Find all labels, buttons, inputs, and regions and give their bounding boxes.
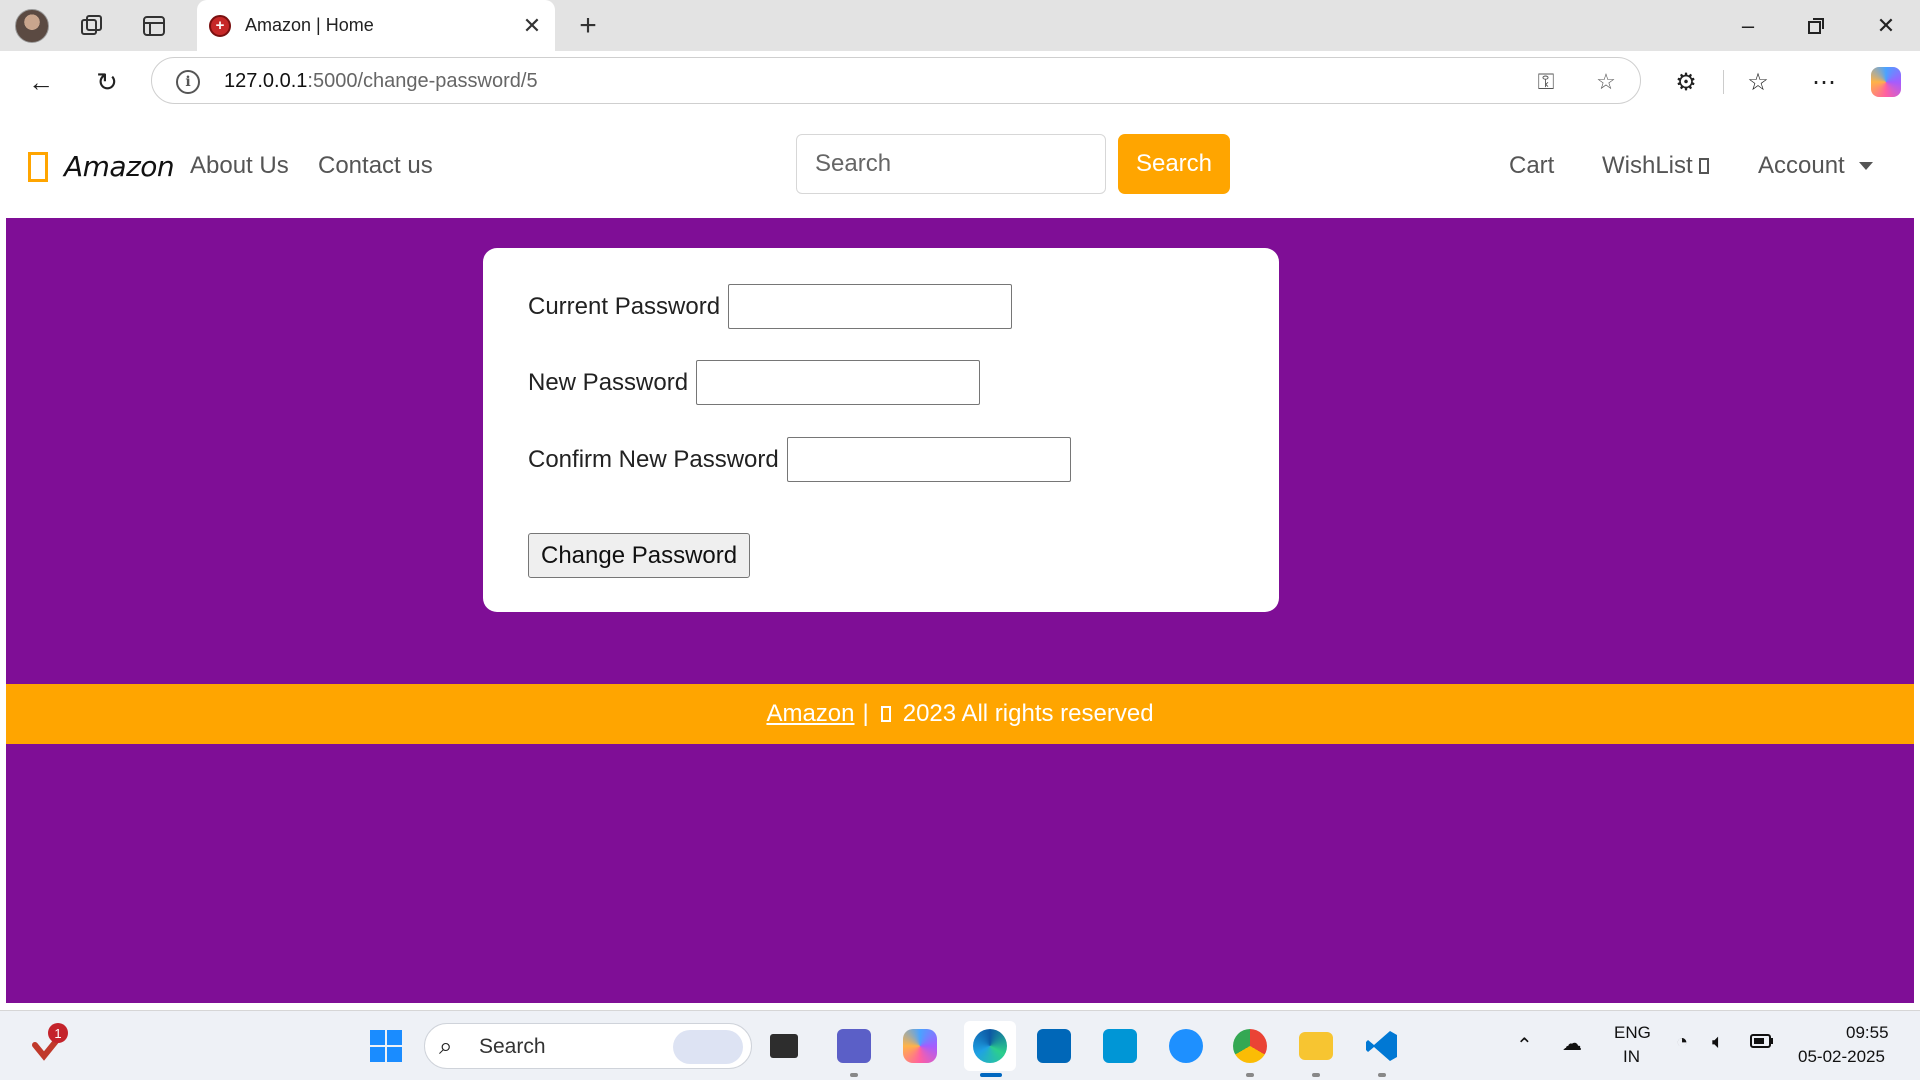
chevron-up-icon[interactable]: ⌃: [1516, 1033, 1533, 1058]
star-icon[interactable]: ☆: [1592, 68, 1620, 96]
refresh-icon[interactable]: ↻: [86, 61, 128, 103]
wifi-icon[interactable]: ◔: [1676, 1031, 1688, 1054]
teams-icon[interactable]: [832, 1024, 876, 1068]
taskbar: 1 ⌕ Search ⌃ ☁ ENG IN ◔ 🔈︎ 09:55 05-02-2…: [0, 1010, 1920, 1080]
notification-badge: 1: [48, 1023, 68, 1043]
footer-amazon-link[interactable]: Amazon: [766, 700, 854, 728]
battery-icon[interactable]: [1750, 1033, 1774, 1054]
running-indicator: [850, 1073, 858, 1077]
brand-name: Amazon: [64, 150, 175, 183]
workspaces-icon[interactable]: [74, 8, 110, 44]
search-icon: ⌕: [439, 1033, 453, 1060]
task-view-icon[interactable]: [762, 1024, 806, 1068]
extensions-icon[interactable]: ⚙: [1668, 64, 1704, 100]
active-tab[interactable]: + Amazon | Home ✕: [197, 0, 555, 51]
page-content: Amazon About Us Contact us Search Cart W…: [6, 112, 1914, 1003]
chrome-icon[interactable]: [1228, 1024, 1272, 1068]
toolbar-divider: [1723, 70, 1724, 94]
change-password-button[interactable]: Change Password: [528, 533, 751, 578]
url-bar[interactable]: i 127.0.0.1:5000/change-password/5 ⚿ ☆: [151, 57, 1641, 104]
wishlist-label: WishList: [1602, 152, 1693, 179]
wishlist-icon: [1698, 158, 1709, 174]
onedrive-icon[interactable]: ☁: [1562, 1031, 1582, 1056]
copilot-app-icon[interactable]: [898, 1024, 942, 1068]
site-footer: Amazon | 2023 All rights reserved: [6, 684, 1914, 744]
search-widget-icon: [673, 1030, 743, 1064]
active-indicator: [980, 1073, 1002, 1077]
favorites-icon[interactable]: ☆: [1740, 64, 1776, 100]
new-password-input[interactable]: [696, 360, 981, 405]
brand-logo-icon: [28, 151, 48, 182]
current-password-label: Current Password: [528, 292, 721, 320]
region-code[interactable]: IN: [1623, 1047, 1640, 1067]
current-password-input[interactable]: [728, 284, 1013, 329]
tab-actions-icon[interactable]: [136, 8, 172, 44]
get-help-icon[interactable]: [1164, 1024, 1208, 1068]
volume-icon[interactable]: 🔈︎: [1712, 1031, 1724, 1054]
profile-avatar[interactable]: [14, 8, 50, 44]
change-password-card: Current Password New Password Confirm Ne…: [483, 248, 1279, 612]
url-text[interactable]: 127.0.0.1:5000/change-password/5: [224, 70, 538, 93]
search-button[interactable]: Search: [1118, 134, 1230, 194]
running-indicator: [1246, 1073, 1254, 1077]
running-indicator: [1312, 1073, 1320, 1077]
address-bar-row: ← ↻ i 127.0.0.1:5000/change-password/5 ⚿…: [0, 51, 1920, 112]
copyright-icon: [880, 706, 891, 722]
nav-cart-link[interactable]: Cart: [1509, 152, 1554, 180]
running-indicator: [1378, 1073, 1386, 1077]
close-icon[interactable]: ✕: [517, 11, 547, 41]
chevron-down-icon: [1858, 162, 1873, 170]
more-icon[interactable]: ⋯: [1806, 64, 1842, 100]
nav-contact-link[interactable]: Contact us: [318, 152, 433, 180]
copilot-icon[interactable]: [1868, 64, 1904, 100]
key-icon[interactable]: ⚿: [1532, 68, 1560, 96]
new-password-row: New Password: [528, 360, 981, 405]
language-code[interactable]: ENG: [1614, 1023, 1651, 1043]
taskbar-search-label: Search: [479, 1035, 546, 1058]
nav-about-link[interactable]: About Us: [190, 152, 289, 180]
clock-date[interactable]: 05-02-2025: [1798, 1047, 1885, 1067]
site-navbar: Amazon About Us Contact us Search Cart W…: [6, 112, 1914, 218]
brand-link[interactable]: Amazon: [28, 150, 175, 183]
footer-separator: |: [862, 700, 869, 727]
info-icon[interactable]: i: [176, 70, 200, 94]
tab-title: Amazon | Home: [245, 15, 374, 35]
edge-icon[interactable]: [964, 1021, 1016, 1071]
back-icon[interactable]: ←: [20, 61, 62, 103]
confirm-password-label: Confirm New Password: [528, 445, 779, 473]
account-dropdown[interactable]: Account: [1758, 152, 1873, 180]
minimize-icon[interactable]: –: [1728, 6, 1768, 46]
myhp-icon[interactable]: [1098, 1024, 1142, 1068]
close-window-icon[interactable]: ✕: [1866, 6, 1906, 46]
taskbar-search-box[interactable]: ⌕ Search: [424, 1023, 752, 1069]
new-password-label: New Password: [528, 368, 689, 396]
windows-start-icon[interactable]: [364, 1024, 408, 1068]
new-tab-icon[interactable]: +: [570, 8, 606, 44]
current-password-row: Current Password: [528, 284, 1013, 329]
store-icon[interactable]: [1032, 1024, 1076, 1068]
confirm-password-input[interactable]: [786, 437, 1071, 482]
search-input[interactable]: [796, 134, 1106, 194]
file-explorer-icon[interactable]: [1294, 1024, 1338, 1068]
clock-time[interactable]: 09:55: [1846, 1023, 1889, 1043]
vscode-icon[interactable]: [1360, 1024, 1404, 1068]
tab-favicon-icon: +: [209, 14, 231, 37]
browser-tab-bar: + Amazon | Home ✕ + – ✕: [0, 0, 1920, 51]
account-label: Account: [1758, 152, 1845, 179]
footer-text: 2023 All rights reserved: [902, 700, 1154, 727]
confirm-password-row: Confirm New Password: [528, 437, 1071, 482]
nav-wishlist-link[interactable]: WishList: [1602, 152, 1709, 180]
restore-icon[interactable]: [1796, 6, 1836, 46]
